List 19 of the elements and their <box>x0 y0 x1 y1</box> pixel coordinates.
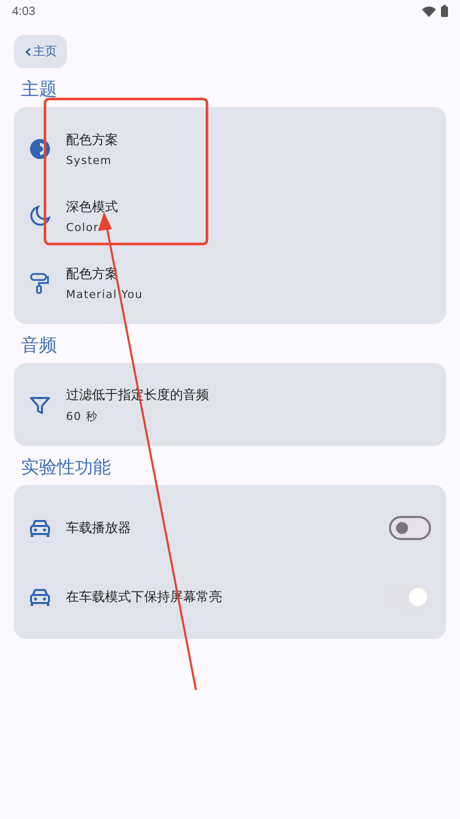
toggle-switch[interactable] <box>389 516 431 540</box>
setting-title: 车载播放器 <box>66 520 132 536</box>
section-title: 主题 <box>21 79 58 101</box>
paint-roller-icon <box>28 270 52 294</box>
back-button[interactable]: 主页 <box>14 35 67 68</box>
setting-value: System <box>66 154 113 166</box>
section-title: 音频 <box>21 335 58 357</box>
battery-icon <box>441 5 448 17</box>
chevron-icon <box>25 48 31 56</box>
contrast-icon <box>28 136 52 160</box>
moon-icon <box>28 204 52 228</box>
setting-title: 深色模式 <box>66 198 119 216</box>
setting-value: 60 秒 <box>66 408 99 424</box>
wifi-icon <box>422 6 436 16</box>
setting-value: Material You <box>66 288 144 300</box>
section-title: 实验性功能 <box>21 457 112 479</box>
setting-title: 配色方案 <box>66 132 119 148</box>
setting-value: Color <box>66 220 100 234</box>
status-time: 4:03 <box>12 4 36 18</box>
